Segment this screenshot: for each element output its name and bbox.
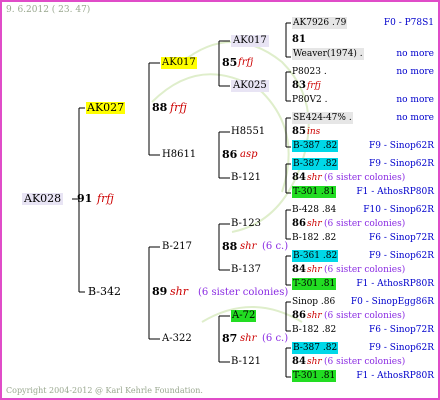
g4-number: 85: [292, 126, 306, 137]
g4-colony-id[interactable]: T-301 .81: [292, 370, 337, 382]
g1b-note: (6 sister colonies): [198, 287, 289, 298]
g4-tag: shr: [307, 357, 322, 367]
g4-source: F0 - P78S1: [383, 18, 434, 28]
g4-number: 84: [292, 264, 306, 275]
g4-number: 84: [292, 172, 306, 183]
g3-colony-id[interactable]: A-72: [231, 310, 257, 322]
g4-source: F6 - Sinop72R: [369, 233, 434, 243]
g4-colony-id[interactable]: B-182 .82: [292, 324, 336, 336]
root-tag: frfj: [97, 192, 114, 205]
g4-source: F1 - AthosRP80R: [356, 187, 434, 197]
g1a-number: 88: [152, 101, 168, 114]
g3-colony-id[interactable]: B-121: [231, 356, 261, 368]
g4-number: 86: [292, 218, 306, 229]
g2d-note: (6 c.): [262, 333, 289, 344]
g2c-number: 88: [222, 240, 238, 253]
g2b-tag: asp: [240, 149, 258, 160]
g1b-colony-id[interactable]: B-342: [88, 286, 121, 298]
g4-source: F9 - Sinop62R: [369, 343, 434, 353]
g4-source: F10 - Sinop62R: [363, 205, 434, 215]
g4-tag: shr: [307, 173, 322, 183]
g2a-colony-id[interactable]: AK017: [161, 57, 197, 69]
g1a-colony-id[interactable]: AK027: [86, 102, 126, 114]
pedigree-frame: 9. 6.2012 ( 23. 47) AK028 91 frfj AK027 …: [0, 0, 440, 400]
g4-number: 86: [292, 310, 306, 321]
g3-colony-id[interactable]: AK025: [231, 80, 269, 92]
g4-note: (6 sister colonies): [324, 173, 406, 183]
g4-source: F1 - AthosRP80R: [356, 371, 434, 381]
g4-source: F9 - Sinop62R: [369, 141, 434, 151]
g4-colony-id[interactable]: B-387 .82: [292, 158, 339, 170]
g4-colony-id[interactable]: B-428 .84: [292, 204, 336, 216]
g4-source: F1 - AthosRP80R: [356, 279, 434, 289]
g4-colony-id[interactable]: SE424-47% .: [292, 112, 353, 124]
g2a-tag: frfj: [238, 57, 254, 68]
g4-source: no more: [396, 95, 434, 105]
g4-colony-id[interactable]: B-361 .82: [292, 250, 339, 262]
g1b-tag: shr: [170, 285, 188, 298]
g1b-number: 89: [152, 285, 168, 298]
g4-colony-id[interactable]: T-301 .81: [292, 278, 337, 290]
g3-colony-id[interactable]: AK017: [231, 35, 269, 47]
g2d-number: 87: [222, 332, 238, 345]
g4-colony-id[interactable]: B-387 .82: [292, 342, 339, 354]
g4-colony-id[interactable]: T-301 .81: [292, 186, 337, 198]
g2c-colony-id[interactable]: B-217: [162, 241, 192, 253]
g2c-tag: shr: [240, 241, 257, 252]
date-stamp: 9. 6.2012 ( 23. 47): [6, 5, 91, 15]
g4-tag: frfj: [307, 81, 321, 91]
g4-tag: shr: [307, 311, 322, 321]
g2b-number: 86: [222, 148, 238, 161]
g4-note: (6 sister colonies): [324, 311, 406, 321]
root-colony-id[interactable]: AK028: [22, 193, 64, 205]
g4-colony-id[interactable]: P8023 .: [292, 66, 327, 78]
g4-tag: shr: [307, 219, 322, 229]
g3-colony-id[interactable]: B-137: [231, 264, 261, 276]
g4-source: no more: [396, 49, 434, 59]
g4-source: F0 - SinopEgg86R: [350, 297, 434, 307]
g4-tag: shr: [307, 265, 322, 275]
g4-colony-id[interactable]: AK7926 .79: [292, 17, 348, 29]
g3-colony-id[interactable]: B-123: [231, 218, 261, 230]
g4-colony-id[interactable]: B-182 .82: [292, 232, 336, 244]
g3-colony-id[interactable]: H8551: [231, 126, 265, 138]
g4-source: no more: [396, 113, 434, 123]
g3-colony-id[interactable]: B-121: [231, 172, 261, 184]
g2d-colony-id[interactable]: A-322: [162, 333, 192, 345]
g4-colony-id[interactable]: Sinop .86: [292, 296, 335, 308]
g4-tag: ins: [307, 127, 321, 137]
g4-number: 83: [292, 80, 306, 91]
g4-number: 84: [292, 356, 306, 367]
g4-number: 81: [292, 34, 306, 45]
g4-note: (6 sister colonies): [324, 265, 406, 275]
g4-colony-id[interactable]: Weaver(1974) .: [292, 48, 364, 60]
g4-source: F9 - Sinop62R: [369, 251, 434, 261]
g2d-tag: shr: [240, 333, 257, 344]
copyright-footer: Copyright 2004-2012 @ Karl Kehrle Founda…: [6, 386, 203, 395]
g4-colony-id[interactable]: P80V2 .: [292, 94, 327, 106]
g4-note: (6 sister colonies): [324, 357, 406, 367]
g4-note: (6 sister colonies): [324, 219, 406, 229]
g2c-note: (6 c.): [262, 241, 289, 252]
tree-lines: [72, 22, 310, 378]
g2b-colony-id[interactable]: H8611: [162, 149, 196, 161]
root-number: 91: [77, 192, 93, 205]
g4-source: no more: [396, 67, 434, 77]
g1a-tag: frfj: [170, 101, 187, 114]
g4-colony-id[interactable]: B-387 .82: [292, 140, 339, 152]
g2a-number: 85: [222, 56, 238, 69]
g4-source: F9 - Sinop62R: [369, 159, 434, 169]
g4-source: F6 - Sinop72R: [369, 325, 434, 335]
